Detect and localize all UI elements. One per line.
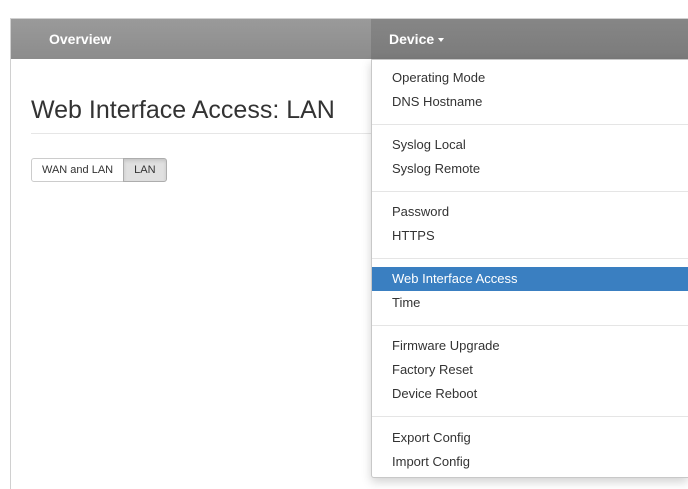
caret-down-icon bbox=[438, 38, 445, 43]
menu-item-firmware-upgrade[interactable]: Firmware Upgrade bbox=[372, 334, 688, 358]
menu-item-dns-hostname[interactable]: DNS Hostname bbox=[372, 90, 688, 114]
menu-item-import-config[interactable]: Import Config bbox=[372, 450, 688, 474]
wan-and-lan-button[interactable]: WAN and LAN bbox=[31, 158, 125, 182]
nav-device-dropdown[interactable]: Device bbox=[371, 19, 688, 59]
page-title: Web Interface Access: LAN bbox=[31, 96, 335, 124]
nav-overview[interactable]: Overview bbox=[49, 19, 111, 59]
menu-item-https[interactable]: HTTPS bbox=[372, 224, 688, 248]
device-dropdown-menu: Operating Mode DNS Hostname Syslog Local… bbox=[371, 59, 688, 478]
menu-item-time[interactable]: Time bbox=[372, 291, 688, 315]
menu-item-password[interactable]: Password bbox=[372, 200, 688, 224]
menu-item-operating-mode[interactable]: Operating Mode bbox=[372, 66, 688, 90]
menu-item-web-interface-access[interactable]: Web Interface Access bbox=[372, 267, 688, 291]
menu-divider bbox=[372, 258, 688, 259]
menu-item-device-reboot[interactable]: Device Reboot bbox=[372, 382, 688, 406]
menu-divider bbox=[372, 325, 688, 326]
menu-divider bbox=[372, 124, 688, 125]
top-navbar: Overview Device bbox=[11, 19, 688, 59]
menu-divider bbox=[372, 416, 688, 417]
title-divider bbox=[31, 133, 391, 134]
menu-divider bbox=[372, 191, 688, 192]
menu-item-export-config[interactable]: Export Config bbox=[372, 426, 688, 450]
lan-button[interactable]: LAN bbox=[123, 158, 167, 182]
menu-item-syslog-remote[interactable]: Syslog Remote bbox=[372, 157, 688, 181]
menu-item-syslog-local[interactable]: Syslog Local bbox=[372, 133, 688, 157]
access-mode-toggle: WAN and LAN LAN bbox=[31, 158, 167, 182]
nav-device-label: Device bbox=[389, 31, 435, 47]
menu-item-factory-reset[interactable]: Factory Reset bbox=[372, 358, 688, 382]
